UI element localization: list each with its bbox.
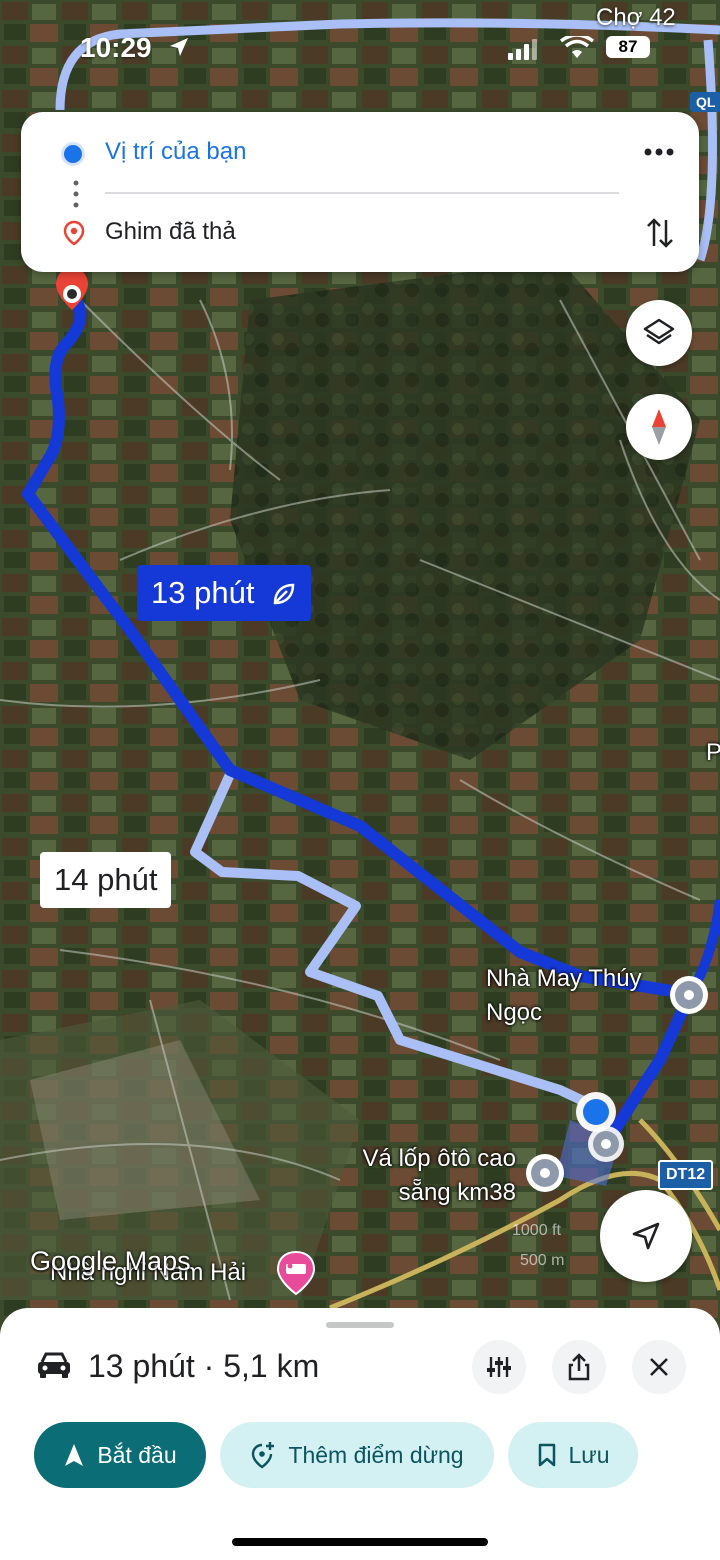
start-label: Bắt đầu xyxy=(97,1441,177,1468)
battery-level: 87 xyxy=(606,36,650,58)
pin-icon xyxy=(63,220,85,246)
alt-route-time-badge[interactable]: 14 phút xyxy=(40,852,172,908)
status-bar: 10:29 87 xyxy=(0,30,720,70)
layers-button[interactable] xyxy=(626,300,692,366)
share-button[interactable] xyxy=(552,1340,606,1394)
route-options-button[interactable] xyxy=(472,1340,526,1394)
start-navigation-button[interactable]: Bắt đầu xyxy=(34,1422,206,1488)
poi-marker-icon[interactable] xyxy=(668,974,710,1016)
more-icon[interactable] xyxy=(643,140,675,164)
poi-label-line: Ngọc xyxy=(486,999,543,1026)
recenter-icon xyxy=(632,1222,660,1250)
add-stop-label: Thêm điểm dừng xyxy=(288,1441,464,1468)
pin-icon[interactable] xyxy=(52,266,92,312)
swap-icon[interactable] xyxy=(647,216,673,250)
compass-icon xyxy=(652,409,666,445)
poi-label-tire-repair[interactable]: Vá lốp ôtô cao sẵng km38 xyxy=(344,1142,516,1210)
scale-label: 1000 ft xyxy=(512,1222,561,1239)
origin-dot-icon xyxy=(61,142,85,166)
wifi-icon xyxy=(560,36,594,58)
layers-icon xyxy=(643,318,675,345)
road-badge-ql: QL xyxy=(690,92,720,112)
route-summary: 13 phút · 5,1 km xyxy=(88,1348,320,1384)
primary-route-time: 13 phút xyxy=(151,575,255,610)
road-badge-dt12: DT12 xyxy=(658,1160,714,1190)
add-stop-button[interactable]: Thêm điểm dừng xyxy=(220,1422,494,1488)
home-indicator[interactable] xyxy=(232,1538,488,1546)
recenter-button[interactable] xyxy=(600,1190,692,1282)
car-icon xyxy=(38,1352,70,1378)
waypoint-icon[interactable] xyxy=(586,1124,626,1164)
save-label: Lưu xyxy=(568,1441,610,1468)
close-icon xyxy=(650,1358,668,1376)
place-label-cho-42[interactable]: Chợ 42 xyxy=(596,4,676,32)
place-label-edge: P xyxy=(706,739,720,766)
bookmark-icon xyxy=(538,1443,555,1467)
route-card: Vị trí của bạn Ghim đã thả xyxy=(21,112,699,272)
leaf-icon xyxy=(273,583,295,605)
cellular-signal-icon xyxy=(508,39,537,60)
close-button[interactable] xyxy=(632,1340,686,1394)
compass-button[interactable] xyxy=(626,394,692,460)
poi-label-line: Vá lốp ôtô cao xyxy=(362,1145,516,1172)
status-time: 10:29 xyxy=(80,32,152,63)
save-button[interactable]: Lưu xyxy=(508,1422,638,1488)
destination-field[interactable]: Ghim đã thả xyxy=(105,218,236,246)
google-maps-logo: Google Maps xyxy=(30,1246,191,1276)
filters-icon xyxy=(487,1357,511,1377)
poi-label-line: Nhà May Thúy xyxy=(486,965,642,992)
share-icon xyxy=(568,1353,590,1381)
poi-label-line: sẵng km38 xyxy=(398,1179,516,1206)
navigate-icon xyxy=(65,1444,84,1466)
poi-label-factory[interactable]: Nhà May Thúy Ngọc xyxy=(486,962,642,1030)
primary-route-time-badge[interactable]: 13 phút xyxy=(137,565,312,621)
poi-marker-icon[interactable] xyxy=(524,1152,566,1194)
scale-label: 500 m xyxy=(520,1252,565,1269)
add-stop-icon xyxy=(252,1442,275,1469)
route-bottom-sheet: 13 phút · 5,1 km Bắt đầu Thêm điểm dừng … xyxy=(0,1308,720,1560)
drag-handle[interactable] xyxy=(326,1322,394,1328)
divider xyxy=(105,192,619,194)
location-arrow-icon xyxy=(170,38,188,56)
hotel-icon[interactable] xyxy=(276,1250,316,1296)
connector-dots xyxy=(73,180,79,208)
origin-field[interactable]: Vị trí của bạn xyxy=(105,138,246,166)
